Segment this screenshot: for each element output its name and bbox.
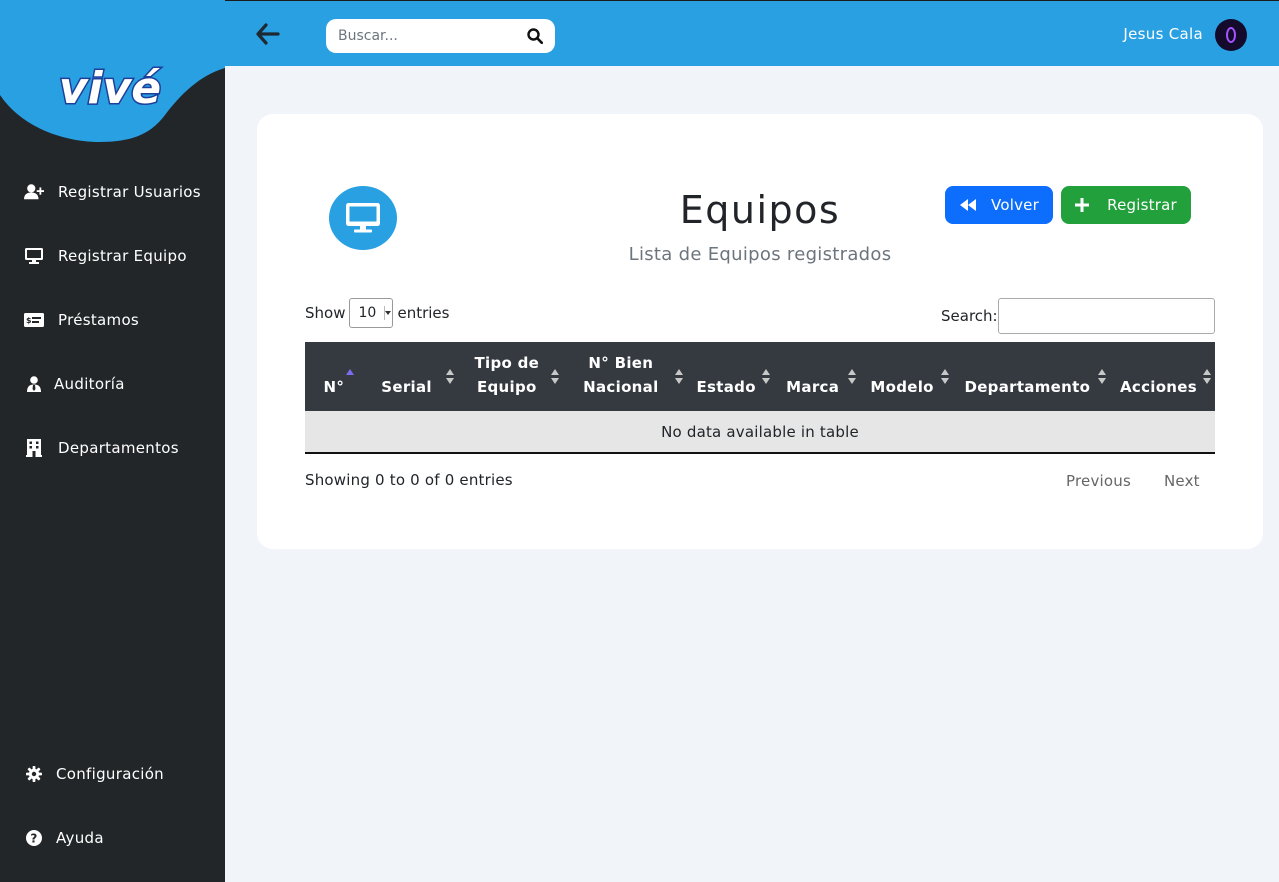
sidebar-item-auditoria[interactable]: Auditoría — [0, 364, 225, 404]
column-header-label: Acciones — [1119, 378, 1197, 396]
empty-table-message: No data available in table — [661, 422, 859, 441]
logo[interactable]: vivé — [0, 0, 225, 145]
column-header-label: Estado — [696, 378, 756, 396]
svg-text:?: ? — [30, 832, 37, 846]
column-header-label: Marca — [786, 378, 840, 396]
sidebar-item-departamentos[interactable]: Departamentos — [0, 428, 225, 468]
table-row: No data available in table — [305, 411, 1215, 453]
content-card: Equipos Lista de Equipos registrados Vol… — [257, 114, 1263, 549]
table-header-row: N° Serial Tipo de Equipo N° Bien Naciona… — [305, 342, 1215, 411]
building-icon — [24, 438, 44, 458]
user-plus-icon — [24, 182, 44, 202]
sort-icon — [847, 369, 856, 385]
gear-icon — [24, 764, 44, 784]
sort-icon — [1097, 369, 1106, 385]
sort-asc-icon — [346, 369, 354, 385]
column-header-bien-nacional[interactable]: N° Bien Nacional — [563, 342, 686, 411]
page-length-value: 10 — [358, 305, 377, 321]
entries-label: entries — [397, 304, 450, 322]
user-name[interactable]: Jesus Cala — [1123, 25, 1203, 43]
registrar-button[interactable]: Registrar — [1061, 186, 1191, 224]
table-info: Showing 0 to 0 of 0 entries — [305, 471, 513, 489]
volver-button-label: Volver — [991, 196, 1039, 214]
show-label: Show — [305, 304, 346, 322]
backward-icon — [959, 198, 977, 212]
sidebar-item-label: Registrar Equipo — [58, 247, 187, 265]
page-length-select[interactable]: 10 — [349, 298, 394, 328]
column-header-label: Nacional — [583, 378, 659, 396]
user-tie-icon — [24, 374, 44, 394]
sidebar-item-label: Registrar Usuarios — [58, 183, 201, 201]
sidebar-item-label: Préstamos — [58, 311, 140, 329]
logo-text: vivé — [59, 63, 161, 114]
sort-icon — [551, 369, 560, 385]
volver-button[interactable]: Volver — [945, 186, 1053, 224]
sidebar-item-registrar-equipo[interactable]: Registrar Equipo — [0, 236, 225, 276]
global-search — [326, 19, 555, 53]
table-search-label: Search: — [941, 307, 998, 325]
sidebar-item-label: Departamentos — [58, 439, 179, 457]
column-header-label: Modelo — [870, 378, 934, 396]
column-header-label: Departamento — [964, 378, 1091, 396]
column-header-label: Tipo de — [474, 354, 540, 372]
sidebar-item-label: Auditoría — [54, 375, 125, 393]
top-bar: Jesus Cala — [225, 0, 1279, 66]
desktop-icon — [24, 246, 44, 266]
sidebar-item-ayuda[interactable]: ? Ayuda — [0, 818, 225, 858]
sidebar: vivé Registrar Usuarios Registrar Equipo… — [0, 0, 225, 882]
sort-icon — [940, 369, 949, 385]
column-header-acciones[interactable]: Acciones — [1110, 342, 1215, 411]
chevron-down-icon — [384, 306, 392, 320]
column-header-estado[interactable]: Estado — [687, 342, 774, 411]
column-header-numero[interactable]: N° — [305, 342, 363, 411]
search-icon[interactable] — [527, 28, 544, 45]
back-arrow-icon[interactable] — [255, 21, 281, 47]
pagination-previous[interactable]: Previous — [1066, 472, 1131, 490]
sort-icon — [446, 369, 455, 385]
sidebar-item-registrar-usuarios[interactable]: Registrar Usuarios — [0, 172, 225, 212]
column-header-tipo-de-equipo[interactable]: Tipo de Equipo — [458, 342, 563, 411]
column-header-serial[interactable]: Serial — [363, 342, 459, 411]
equipos-table: N° Serial Tipo de Equipo N° Bien Naciona… — [305, 342, 1215, 454]
table-search-input[interactable] — [998, 298, 1215, 334]
sort-icon — [761, 369, 770, 385]
sidebar-item-prestamos[interactable]: $ Préstamos — [0, 300, 225, 340]
sort-icon — [1203, 369, 1211, 385]
column-header-label: N° Bien — [588, 354, 654, 372]
registrar-button-label: Registrar — [1107, 196, 1177, 214]
column-header-label: Serial — [381, 378, 432, 396]
column-header-marca[interactable]: Marca — [774, 342, 860, 411]
page-length-control: Show 10 entries — [305, 298, 449, 328]
column-header-modelo[interactable]: Modelo — [860, 342, 953, 411]
column-header-label: Equipo — [476, 378, 537, 396]
sidebar-item-label: Ayuda — [56, 829, 104, 847]
global-search-input[interactable] — [326, 19, 516, 53]
pagination-next[interactable]: Next — [1164, 472, 1200, 490]
page-subtitle: Lista de Equipos registrados — [628, 244, 892, 265]
sort-icon — [674, 369, 683, 385]
column-header-label: N° — [323, 378, 345, 396]
column-header-departamento[interactable]: Departamento — [953, 342, 1110, 411]
sidebar-item-configuracion[interactable]: Configuración — [0, 754, 225, 794]
svg-text:$: $ — [26, 316, 32, 325]
sidebar-item-label: Configuración — [56, 765, 164, 783]
question-circle-icon: ? — [24, 828, 44, 848]
money-check-icon: $ — [24, 310, 44, 330]
plus-icon — [1075, 198, 1093, 212]
avatar[interactable] — [1215, 19, 1247, 51]
